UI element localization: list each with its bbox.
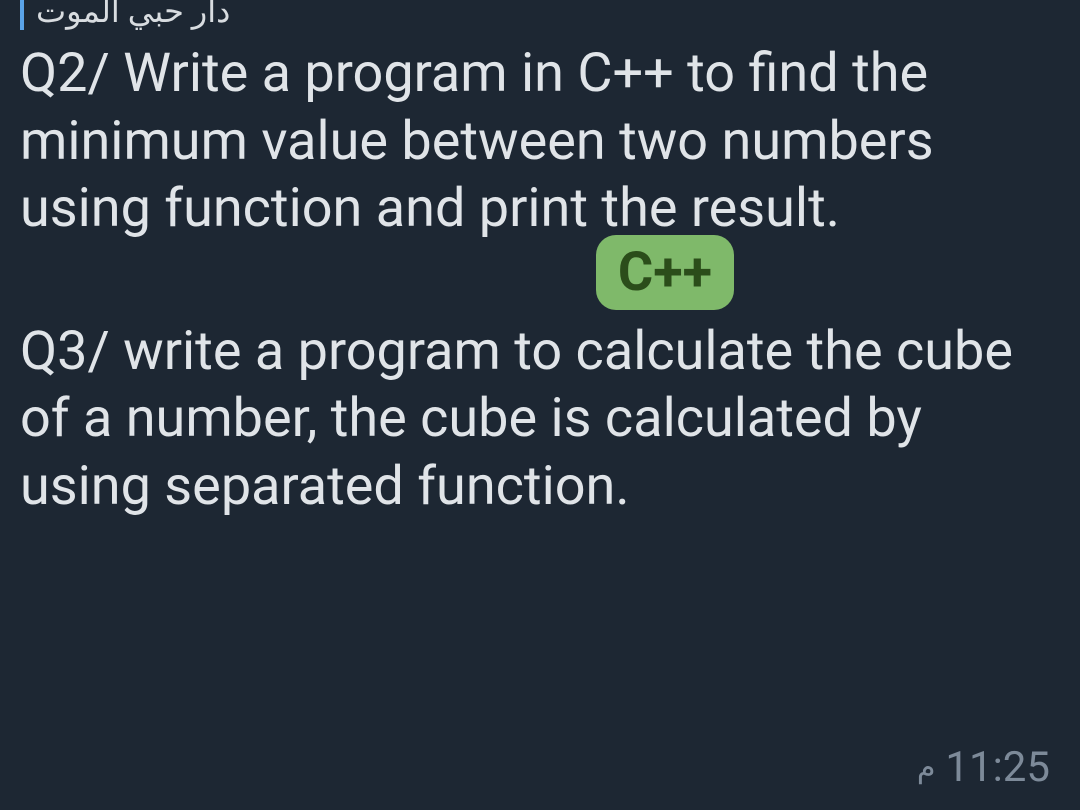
reply-preview-text: دار حبي الموت: [36, 0, 230, 30]
timestamp-time: 11:25: [945, 743, 1050, 792]
timestamp-meridiem: م: [917, 750, 936, 785]
message-timestamp: م 11:25: [917, 743, 1050, 792]
question-2-text: Q2/ Write a program in C++ to find the m…: [20, 40, 1060, 243]
badge-container: C++: [20, 235, 1060, 310]
question-2-block: Q2/ Write a program in C++ to find the m…: [20, 40, 1060, 243]
cpp-badge: C++: [596, 235, 734, 310]
question-3-text: Q3/ write a program to calculate the cub…: [20, 318, 1060, 521]
question-3-block: Q3/ write a program to calculate the cub…: [20, 318, 1060, 521]
reply-indicator: دار حبي الموت: [20, 0, 1060, 30]
